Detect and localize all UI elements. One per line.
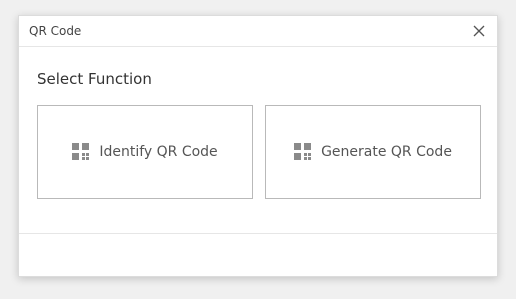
qr-code-icon (72, 143, 90, 161)
dialog-titlebar: QR Code (19, 16, 497, 47)
qr-code-dialog: QR Code Select Function Identify QR Code… (18, 15, 498, 277)
generate-qr-code-label: Generate QR Code (321, 144, 452, 160)
close-icon[interactable] (471, 23, 487, 39)
generate-qr-code-button[interactable]: Generate QR Code (265, 105, 481, 199)
identify-qr-code-label: Identify QR Code (99, 144, 218, 160)
dialog-footer (19, 233, 497, 277)
qr-code-icon (294, 143, 312, 161)
page-title: Select Function (37, 70, 152, 88)
dialog-title: QR Code (29, 24, 82, 38)
identify-qr-code-button[interactable]: Identify QR Code (37, 105, 253, 199)
